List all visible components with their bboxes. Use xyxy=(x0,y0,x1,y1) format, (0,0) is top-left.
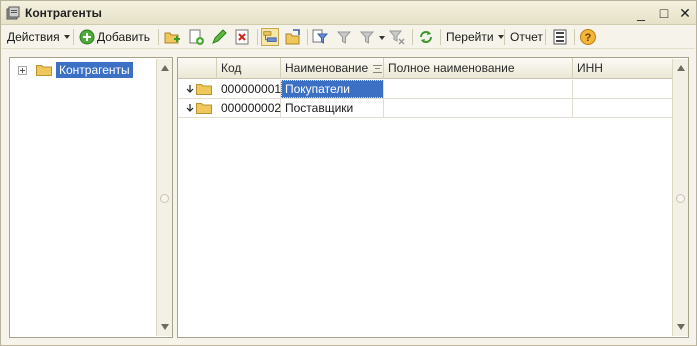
column-header-name[interactable]: Наименование xyxy=(281,58,384,79)
toolbar: Действия Добавить Перейти Отчет ? xyxy=(2,25,695,49)
separator xyxy=(545,29,546,45)
counterparties-list[interactable]: Код Наименование Полное наименование ИНН… xyxy=(177,57,689,338)
separator xyxy=(574,29,575,45)
add-button-label: Добавить xyxy=(97,30,151,44)
scroll-down-icon[interactable] xyxy=(677,324,685,330)
chevron-down-icon xyxy=(63,35,70,39)
chevron-down-icon[interactable] xyxy=(379,36,385,40)
separator xyxy=(412,29,413,45)
column-header-code[interactable]: Код xyxy=(217,58,281,79)
goto-menu[interactable]: Перейти xyxy=(446,29,504,45)
folder-icon xyxy=(196,103,212,114)
scroll-down-icon[interactable] xyxy=(161,324,169,330)
close-button[interactable]: ✕ xyxy=(677,5,693,21)
expand-icon[interactable] xyxy=(18,66,27,75)
column-header-label: Наименование xyxy=(285,61,369,75)
filter-history-icon[interactable] xyxy=(358,28,376,46)
hierarchy-icon[interactable] xyxy=(261,28,279,46)
separator xyxy=(257,29,258,45)
scroll-up-icon[interactable] xyxy=(677,65,685,71)
delete-icon[interactable] xyxy=(233,28,251,46)
folder-icon xyxy=(36,65,52,76)
separator xyxy=(73,29,74,45)
add-icon xyxy=(79,29,95,45)
tree-scrollbar[interactable] xyxy=(156,59,172,336)
actions-menu-label: Действия xyxy=(7,30,60,44)
separator xyxy=(504,29,505,45)
column-header-icon xyxy=(178,58,217,79)
cell-full-name[interactable] xyxy=(384,80,573,98)
separator xyxy=(440,29,441,45)
table-scrollbar[interactable] xyxy=(672,59,688,336)
tree-item-label: Контрагенты xyxy=(56,62,133,78)
expand-arrow-icon[interactable] xyxy=(186,85,194,94)
folder-icon xyxy=(196,84,212,95)
window-title: Контрагенты xyxy=(25,6,102,20)
add-group-icon[interactable] xyxy=(163,28,181,46)
column-header-label: ИНН xyxy=(577,61,603,75)
clear-filter-icon[interactable] xyxy=(388,28,406,46)
scroll-up-icon[interactable] xyxy=(161,65,169,71)
report-button[interactable]: Отчет xyxy=(510,29,543,45)
counterparties-window: Контрагенты _ □ ✕ Действия Добавить Пере… xyxy=(0,0,697,346)
separator xyxy=(307,29,308,45)
help-icon[interactable]: ? xyxy=(579,28,597,46)
table-row[interactable]: 000000001 Покупатели xyxy=(178,80,672,99)
cell-inn[interactable] xyxy=(573,99,672,117)
edit-icon[interactable] xyxy=(210,28,228,46)
column-header-label: Полное наименование xyxy=(388,61,515,75)
expand-arrow-icon[interactable] xyxy=(186,104,194,113)
move-to-group-icon[interactable] xyxy=(284,28,302,46)
cell-code[interactable]: 000000002 xyxy=(217,99,281,117)
group-tree[interactable]: Контрагенты xyxy=(9,57,173,338)
title-bar: Контрагенты _ □ ✕ xyxy=(1,1,696,25)
separator xyxy=(158,29,159,45)
goto-menu-label: Перейти xyxy=(446,30,494,44)
column-header-label: Код xyxy=(221,61,242,75)
chevron-down-icon xyxy=(497,35,504,39)
column-header-inn[interactable]: ИНН xyxy=(573,58,672,79)
cell-name[interactable]: Покупатели xyxy=(281,80,384,98)
copy-icon[interactable] xyxy=(187,28,205,46)
filter-by-value-icon[interactable] xyxy=(335,28,353,46)
table-header: Код Наименование Полное наименование ИНН xyxy=(178,58,672,79)
maximize-button[interactable]: □ xyxy=(656,5,672,21)
list-settings-icon[interactable] xyxy=(551,28,569,46)
cell-full-name[interactable] xyxy=(384,99,573,117)
minimize-button[interactable]: _ xyxy=(633,5,649,21)
refresh-icon[interactable] xyxy=(417,28,435,46)
column-header-full-name[interactable]: Полное наименование xyxy=(384,58,573,79)
cell-code[interactable]: 000000001 xyxy=(217,80,281,98)
cell-name[interactable]: Поставщики xyxy=(281,99,384,117)
filter-icon[interactable] xyxy=(311,28,329,46)
svg-text:?: ? xyxy=(585,32,592,44)
sort-icon xyxy=(373,65,383,73)
actions-menu[interactable]: Действия xyxy=(7,29,70,45)
scroll-thumb[interactable] xyxy=(676,194,685,203)
cell-inn[interactable] xyxy=(573,80,672,98)
catalog-icon xyxy=(6,6,20,20)
table-row[interactable]: 000000002 Поставщики xyxy=(178,99,672,118)
scroll-thumb[interactable] xyxy=(160,194,169,203)
